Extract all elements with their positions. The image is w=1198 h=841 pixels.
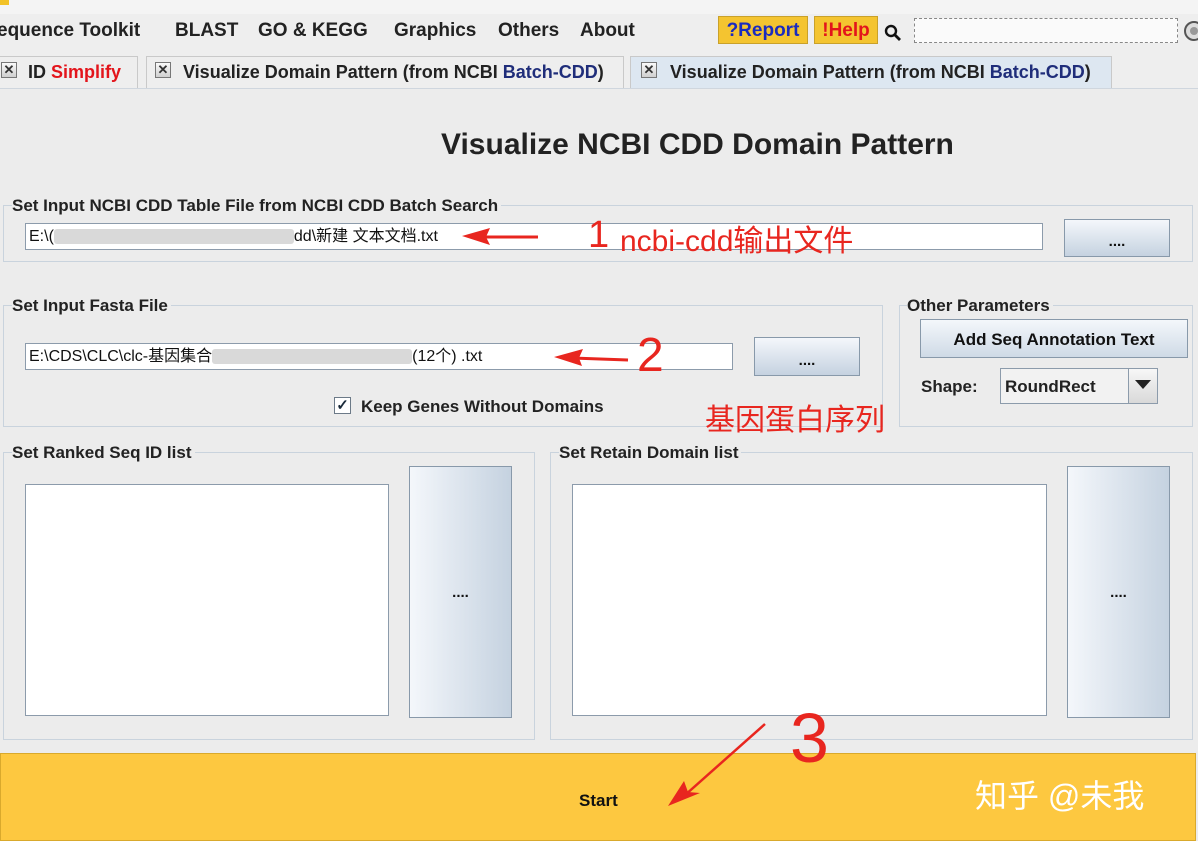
other-params-label: Other Parameters <box>907 296 1053 316</box>
annotation-text-2: 基因蛋白序列 <box>705 404 885 437</box>
tab-label: ID <box>28 62 52 82</box>
add-annotation-button[interactable]: Add Seq Annotation Text <box>920 319 1188 358</box>
tab-visualize-domain-1[interactable]: ✕ Visualize Domain Pattern (from NCBI Ba… <box>146 56 624 88</box>
fasta-group-label: Set Input Fasta File <box>12 296 171 316</box>
dropdown-arrow-icon[interactable] <box>1128 369 1157 403</box>
cdd-file-input[interactable]: E:\( dd\新建 文本文档.txt <box>25 223 1043 250</box>
cdd-browse-button[interactable]: .... <box>1064 219 1170 257</box>
tab-label-accent: Simplify <box>51 62 122 82</box>
tab-label-accent: Batch-CDD <box>989 62 1085 82</box>
annotation-number-3: 3 <box>790 699 829 777</box>
ranked-seq-browse-button[interactable]: .... <box>409 466 512 718</box>
tab-label-suffix: ) <box>1084 62 1091 82</box>
path-start: E:\( <box>29 228 54 245</box>
keep-genes-checkbox[interactable]: ✓ <box>334 397 351 414</box>
page-title: Visualize NCBI CDD Domain Pattern <box>441 128 954 161</box>
ranked-seq-list[interactable] <box>25 484 389 716</box>
menu-graphics[interactable]: Graphics <box>394 20 476 42</box>
title-strip <box>0 0 1198 14</box>
close-icon[interactable]: ✕ <box>641 62 657 78</box>
menu-about[interactable]: About <box>580 20 635 42</box>
menu-go-kegg[interactable]: GO & KEGG <box>258 20 368 42</box>
settings-icon[interactable] <box>1183 20 1198 47</box>
help-button[interactable]: !Help <box>814 16 878 44</box>
fasta-file-input[interactable]: E:\CDS\CLC\clc-基因集合 (12个) .txt <box>25 343 733 370</box>
report-button[interactable]: ?Report <box>718 16 808 44</box>
tab-label-suffix: ) <box>597 62 604 82</box>
menu-others[interactable]: Others <box>498 20 559 42</box>
tab-label-accent: Batch-CDD <box>502 62 598 82</box>
annotation-text-1: ncbi-cdd输出文件 <box>620 225 854 258</box>
menu-blast[interactable]: BLAST <box>175 20 238 42</box>
app-icon <box>0 0 9 5</box>
ranked-seq-label: Set Ranked Seq ID list <box>12 443 195 463</box>
tab-id-simplify[interactable]: ✕ ID Simplify <box>0 56 138 88</box>
annotation-number-1: 1 <box>588 214 610 256</box>
close-icon[interactable]: ✕ <box>1 62 17 78</box>
cdd-group-label: Set Input NCBI CDD Table File from NCBI … <box>12 196 502 216</box>
shape-value: RoundRect <box>1005 377 1096 396</box>
close-icon[interactable]: ✕ <box>155 62 171 78</box>
shape-label: Shape: <box>921 377 978 396</box>
retain-domain-list[interactable] <box>572 484 1047 716</box>
watermark: 知乎 @未我 <box>975 778 1145 814</box>
start-label: Start <box>579 791 618 810</box>
search-icon[interactable] <box>884 24 902 47</box>
fasta-browse-button[interactable]: .... <box>754 337 860 376</box>
keep-genes-label: Keep Genes Without Domains <box>361 397 604 416</box>
path-start: E:\CDS\CLC\clc-基因集合 <box>29 348 213 365</box>
search-input[interactable] <box>914 18 1178 43</box>
tab-label: Visualize Domain Pattern (from NCBI <box>183 62 503 82</box>
redacted-path <box>212 349 413 365</box>
path-end: dd\新建 文本文档.txt <box>293 228 438 245</box>
annotation-number-2: 2 <box>637 329 664 382</box>
redacted-path <box>53 229 294 245</box>
menu-sequence-toolkit[interactable]: equence Toolkit <box>0 20 140 42</box>
tab-label: Visualize Domain Pattern (from NCBI <box>670 62 990 82</box>
retain-domain-label: Set Retain Domain list <box>559 443 742 463</box>
tab-visualize-domain-2[interactable]: ✕ Visualize Domain Pattern (from NCBI Ba… <box>630 56 1112 88</box>
retain-domain-browse-button[interactable]: .... <box>1067 466 1170 718</box>
path-end: (12个) .txt <box>412 348 483 365</box>
